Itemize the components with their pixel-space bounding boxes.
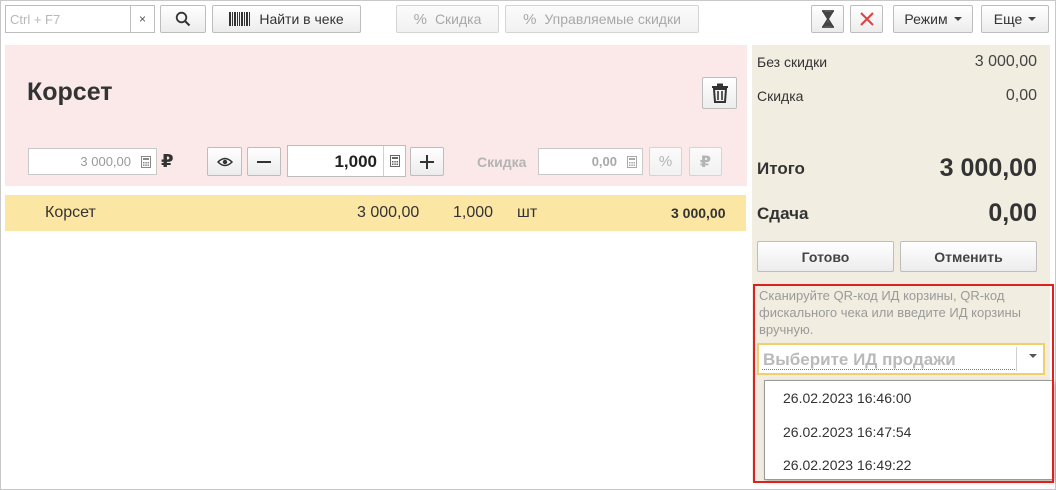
- no-discount-label: Без скидки: [757, 54, 828, 70]
- discount-field[interactable]: 0,00: [538, 148, 643, 175]
- managed-discounts-label: Управляемые скидки: [544, 11, 681, 27]
- chevron-down-icon: [953, 17, 962, 21]
- chevron-down-icon[interactable]: [1029, 354, 1037, 358]
- line-item-total: 3 000,00: [671, 205, 726, 221]
- calculator-icon[interactable]: [136, 149, 156, 174]
- required-underline: [762, 369, 1015, 370]
- discount-total-label: Скидка: [757, 88, 804, 104]
- calculator-icon[interactable]: [383, 146, 405, 176]
- total-value: 3 000,00: [939, 154, 1037, 182]
- more-menu-button[interactable]: Еще: [981, 5, 1049, 33]
- line-item-quantity: 1,000: [453, 204, 494, 221]
- quantity-field[interactable]: 1,000: [287, 145, 406, 177]
- find-in-receipt-button[interactable]: Найти в чеке: [212, 5, 361, 33]
- change-label: Сдача: [757, 204, 809, 223]
- discount-button-label: Скидка: [434, 11, 482, 27]
- total-label: Итого: [757, 159, 805, 178]
- minus-icon: [257, 160, 271, 163]
- eye-icon: [216, 157, 233, 166]
- discount-total-value: 0,00: [1005, 87, 1037, 104]
- hourglass-icon: [821, 10, 834, 28]
- line-item-unit: шт: [517, 204, 538, 221]
- cancel-button[interactable]: Отменить: [900, 241, 1037, 272]
- currency-sign: ₽: [161, 151, 174, 171]
- price-value: 3 000,00: [80, 154, 131, 169]
- percent-icon: %: [658, 153, 673, 170]
- delete-item-button[interactable]: [702, 77, 737, 109]
- hourglass-button[interactable]: [811, 5, 844, 33]
- list-item[interactable]: 26.02.2023 16:46:00: [783, 390, 911, 406]
- discount-value: 0,00: [591, 154, 617, 169]
- list-item[interactable]: 26.02.2023 16:47:54: [783, 424, 911, 440]
- ruble-icon: ₽: [699, 153, 712, 171]
- calculator-icon[interactable]: [622, 149, 642, 174]
- decrease-quantity-button[interactable]: [247, 147, 281, 176]
- list-item[interactable]: 26.02.2023 16:49:22: [783, 457, 911, 473]
- sale-id-select[interactable]: Выберите ИД продажи: [757, 343, 1045, 375]
- quantity-value: 1,000: [334, 152, 377, 171]
- percent-icon: %: [413, 10, 427, 28]
- plus-icon: [420, 154, 434, 169]
- discount-button[interactable]: % Скидка: [396, 5, 499, 33]
- clear-search-button[interactable]: ×: [130, 5, 155, 33]
- chevron-down-icon: [1028, 17, 1037, 21]
- amount-discount-button[interactable]: ₽: [689, 147, 722, 176]
- find-in-receipt-label: Найти в чеке: [259, 11, 344, 27]
- no-discount-value: 3 000,00: [974, 53, 1037, 70]
- more-label: Еще: [993, 11, 1023, 27]
- search-button[interactable]: [160, 5, 206, 33]
- close-icon: [859, 12, 874, 26]
- mode-menu-button[interactable]: Режим: [893, 5, 973, 33]
- mode-label: Режим: [904, 11, 948, 27]
- table-row[interactable]: Корсет 3 000,00 1,000 шт 3 000,00: [5, 195, 746, 231]
- done-button[interactable]: Готово: [757, 241, 894, 272]
- percent-icon: %: [523, 10, 537, 28]
- view-button[interactable]: [207, 147, 242, 176]
- sale-id-placeholder: Выберите ИД продажи: [763, 350, 956, 369]
- line-item-name: Корсет: [45, 204, 96, 221]
- trash-icon: [711, 83, 728, 103]
- search-input[interactable]: Ctrl + F7: [5, 5, 131, 33]
- scan-hint: Сканируйте QR-код ИД корзины, QR-код фис…: [759, 288, 1022, 337]
- price-field[interactable]: 3 000,00: [28, 148, 157, 175]
- combo-separator: [1016, 347, 1017, 371]
- managed-discounts-button[interactable]: % Управляемые скидки: [505, 5, 699, 33]
- product-card: Корсет 3 000,00 ₽ 1,000 Скидка 0,00 % ₽: [5, 45, 747, 186]
- cancel-receipt-button[interactable]: [850, 5, 883, 33]
- percent-discount-button[interactable]: %: [649, 147, 682, 176]
- line-item-price: 3 000,00: [357, 204, 420, 221]
- product-title: Корсет: [27, 78, 113, 106]
- search-icon: [175, 11, 191, 27]
- sale-id-dropdown: 26.02.2023 16:46:00 26.02.2023 16:47:54 …: [764, 380, 1054, 480]
- change-value: 0,00: [988, 199, 1037, 227]
- discount-label: Скидка: [477, 154, 527, 170]
- barcode-icon: [229, 12, 251, 26]
- pos-window: Ctrl + F7 × Найти в чеке % Скидка % Упра…: [0, 0, 1056, 490]
- increase-quantity-button[interactable]: [410, 147, 444, 176]
